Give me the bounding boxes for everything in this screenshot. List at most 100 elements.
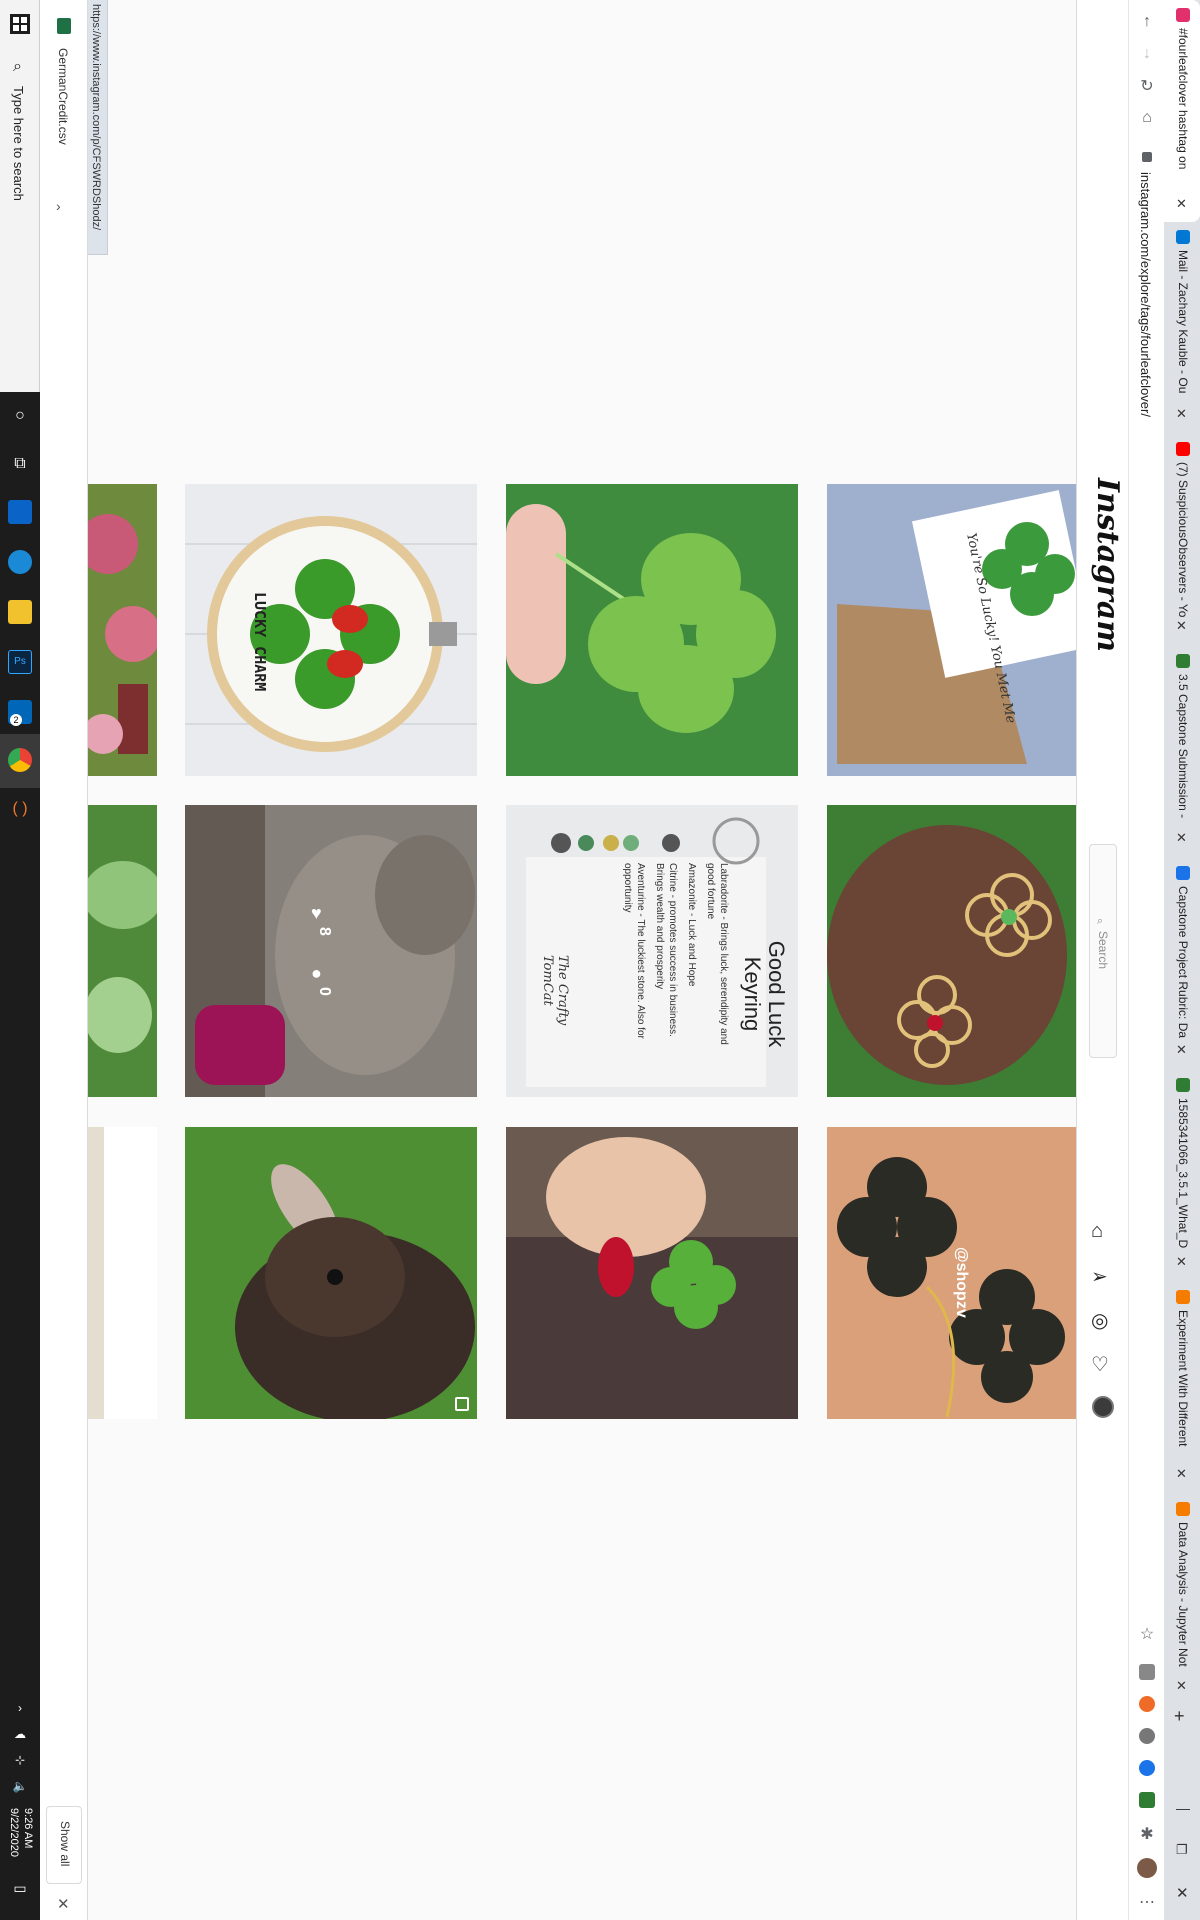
activity-heart-icon[interactable]: ♡ [1091, 1352, 1109, 1377]
onedrive-icon[interactable]: ☁ [8, 1722, 32, 1746]
explore-icon[interactable]: ◎ [1091, 1308, 1108, 1333]
tab-capstone-submission[interactable]: 3.5 Capstone Submission - ✕ [1164, 646, 1200, 858]
download-file-name[interactable]: GermanCredit.csv [56, 48, 70, 145]
network-icon[interactable]: ⊹ [8, 1748, 32, 1772]
new-tab-button[interactable]: + [1174, 1706, 1185, 1727]
tab-close-icon[interactable]: ✕ [1176, 618, 1187, 634]
search-icon: ⌕ [1097, 915, 1104, 927]
clock-time[interactable]: 9:26 AM [22, 1808, 34, 1848]
grid-post-clover-pendants[interactable] [827, 805, 1076, 1097]
screen: ⌕ Type here to search ○ ⧉ Ps 2 ( ) › ☁ ⊹… [0, 0, 1200, 1920]
extension-orange-icon[interactable] [1139, 1696, 1155, 1712]
tab-close-icon[interactable]: ✕ [1176, 406, 1187, 422]
keyring-line: Brings wealth and prosperity [654, 863, 665, 990]
instagram-search-placeholder: Search [1096, 931, 1110, 970]
tab-close-icon[interactable]: ✕ [1176, 1466, 1187, 1482]
task-view-icon[interactable]: ⧉ [8, 452, 32, 476]
extension-green-icon[interactable] [1139, 1792, 1155, 1808]
grid-post-black-clover-earrings[interactable]: @shopzv [827, 1127, 1076, 1419]
status-bubble: https://www.instagram.com/p/CFSWRDShodz/ [88, 0, 108, 255]
tab-experiment[interactable]: Experiment With Different ✕ [1164, 1282, 1200, 1494]
grid-post-garden-statue[interactable]: ♥ 8 ● 0 [185, 805, 477, 1097]
tab-data-analysis[interactable]: Data Analysis - Jupyter Not ✕ [1164, 1494, 1200, 1706]
grid-post-good-luck-keyring[interactable]: Good Luck Keyring Labradorite - Brings l… [506, 805, 798, 1097]
hover-stats: ♥ 8 ● 0 [305, 895, 345, 1015]
windows-start-icon[interactable] [10, 14, 30, 34]
keyring-line: Citrine - promotes success in business. [667, 863, 678, 1037]
notifications-icon[interactable]: ▭ [8, 1876, 32, 1900]
grid-post-partial-3[interactable] [88, 1127, 157, 1419]
tab-what-d[interactable]: 1585341066_3.5.1_What_D ✕ [1164, 1070, 1200, 1282]
tab-close-icon[interactable]: ✕ [1176, 1042, 1187, 1058]
taskbar-search-box[interactable]: ⌕ Type here to search [0, 0, 40, 392]
tray-chevron-icon[interactable]: › [8, 1696, 32, 1720]
outlook-favicon-icon [1176, 230, 1190, 244]
close-window-button[interactable]: ✕ [1176, 1884, 1189, 1902]
tab-close-icon[interactable]: ✕ [1176, 1678, 1187, 1694]
tab-title: 1585341066_3.5.1_What_D [1176, 1098, 1190, 1249]
grammarly-extension-icon[interactable] [1139, 1664, 1155, 1680]
search-icon: ⌕ [13, 58, 22, 75]
bookmark-star-icon[interactable]: ☆ [1135, 1622, 1159, 1646]
grid-post-partial-1[interactable] [88, 484, 157, 776]
instagram-logo[interactable]: Instagram [1090, 478, 1125, 652]
tab-close-icon[interactable]: ✕ [1176, 1254, 1187, 1270]
grid-post-partial-2[interactable] [88, 805, 157, 1097]
show-all-label: Show all [58, 1821, 72, 1867]
file-explorer-icon[interactable] [8, 600, 32, 624]
photoshop-icon[interactable]: Ps [8, 650, 32, 674]
restore-button[interactable]: ❐ [1176, 1842, 1188, 1858]
profile-icon[interactable] [1137, 1858, 1157, 1878]
tab-title: 3.5 Capstone Submission - [1176, 674, 1190, 819]
keyring-lines: Labradorite - Brings luck, serendipity a… [621, 863, 730, 1083]
home-icon[interactable]: ⌂ [1091, 1220, 1103, 1243]
chrome-icon[interactable] [8, 748, 32, 772]
show-all-button[interactable]: Show all [46, 1806, 82, 1884]
clock-date[interactable]: 9/22/2020 [8, 1808, 20, 1857]
download-chevron-icon[interactable]: › [56, 198, 61, 214]
grid-post-lucky-card[interactable]: You're So Lucky! You Met Me [827, 484, 1076, 776]
jupyter-icon[interactable]: ( ) [8, 798, 32, 822]
grid-post-clover-red-nails[interactable] [506, 1127, 798, 1419]
store-icon[interactable] [8, 500, 32, 524]
profile-avatar[interactable] [1092, 1396, 1114, 1418]
instagram-explore-page: https://www.instagram.com/p/CFSWRDShodz/ [88, 0, 1076, 1920]
cortana-icon[interactable]: ○ [8, 404, 32, 428]
extension-grey-icon[interactable] [1139, 1728, 1155, 1744]
tab-capstone-rubric[interactable]: Capstone Project Rubric: Da ✕ [1164, 858, 1200, 1070]
keyring-line: Amazonite - Luck and Hope [686, 863, 697, 987]
tab-close-icon[interactable]: ✕ [1176, 830, 1187, 846]
jupyter-favicon-icon [1176, 1290, 1190, 1304]
course-favicon-icon [1176, 1078, 1190, 1092]
download-bar: GermanCredit.csv › Show all ✕ [40, 0, 88, 1920]
browser-toolbar: ↑ ↓ ↻ ⌂ instagram.com/explore/tags/fourl… [1128, 0, 1164, 1920]
vscode-icon[interactable]: 2 [8, 700, 32, 726]
direct-message-icon[interactable]: ➢ [1091, 1264, 1108, 1289]
extensions-puzzle-icon[interactable]: ✱ [1135, 1822, 1159, 1846]
download-bar-close-icon[interactable]: ✕ [57, 1895, 70, 1913]
reload-icon[interactable]: ↻ [1135, 74, 1159, 98]
address-bar[interactable]: instagram.com/explore/tags/fourleafclove… [1138, 172, 1153, 417]
edge-icon[interactable] [8, 550, 32, 574]
lock-icon [1142, 152, 1152, 162]
csv-file-icon [57, 18, 71, 34]
grid-post-clover-fingers[interactable] [506, 484, 798, 776]
instagram-search-input[interactable]: ⌕ Search [1089, 844, 1117, 1058]
back-arrow-icon[interactable]: ↑ [1135, 10, 1159, 34]
volume-icon[interactable]: 🔈 [8, 1774, 32, 1798]
keyring-line: Aventurine - The luckiest stone. Also fo… [635, 863, 646, 1039]
grid-post-lucky-charm[interactable]: LUCKY CHARM [185, 484, 477, 776]
tab-youtube[interactable]: (7) SuspiciousObservers - Yo ✕ [1164, 434, 1200, 646]
grid-post-bunny[interactable] [185, 1127, 477, 1419]
like-count: 8 [316, 927, 333, 936]
tab-instagram[interactable]: #fourleafclover hashtag on ✕ [1164, 0, 1200, 222]
minimize-button[interactable]: — [1176, 1800, 1190, 1816]
home-button-icon[interactable]: ⌂ [1135, 106, 1159, 130]
extension-blue-icon[interactable] [1139, 1760, 1155, 1776]
menu-dots-icon[interactable]: ⋯ [1135, 1890, 1159, 1914]
forward-arrow-icon[interactable]: ↓ [1135, 42, 1159, 66]
lucky-charm-text: LUCKY CHARM [251, 592, 269, 691]
tab-close-icon[interactable]: ✕ [1176, 196, 1187, 212]
like-count-icon: ♥ [311, 903, 322, 923]
tab-mail[interactable]: Mail - Zachary Kauble - Ou ✕ [1164, 222, 1200, 434]
